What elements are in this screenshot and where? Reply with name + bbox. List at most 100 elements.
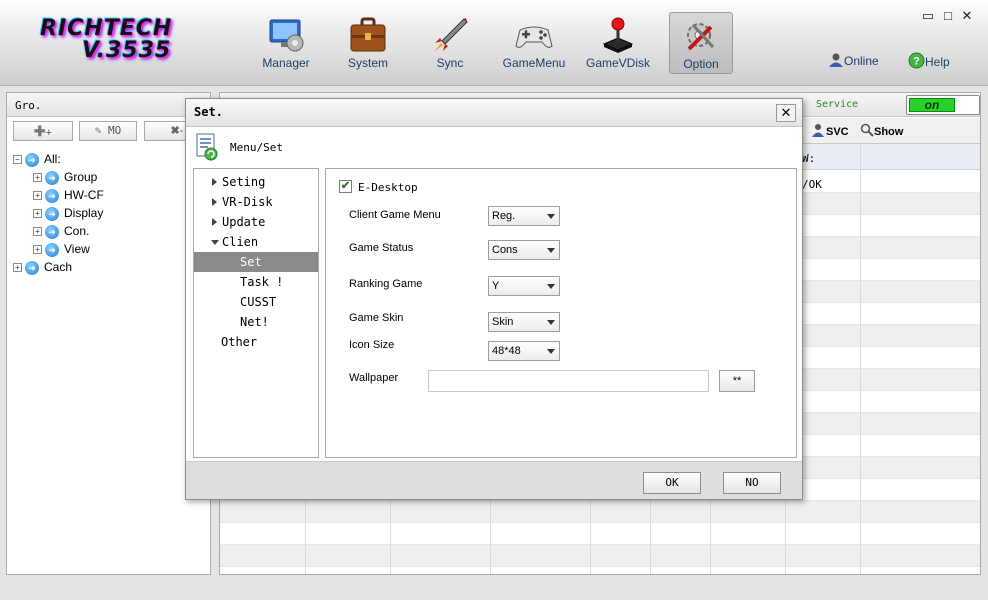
- users-icon: [812, 124, 824, 137]
- help-label: Help: [925, 55, 950, 69]
- modify-group-button[interactable]: ✎ MO: [79, 121, 137, 141]
- game-status-label: Game Status: [349, 242, 414, 254]
- ok-button[interactable]: OK: [643, 472, 701, 494]
- toolbar-gamemenu-label: GameMenu: [502, 56, 566, 70]
- expand-icon[interactable]: +: [33, 173, 42, 183]
- nav-item-clien[interactable]: Clien: [194, 232, 318, 252]
- toolbar-manager-button[interactable]: Manager: [254, 12, 318, 74]
- online-label: Online: [844, 54, 879, 68]
- tree-item-label: Group: [64, 170, 98, 184]
- minimize-button[interactable]: ▭: [920, 9, 936, 25]
- wallpaper-input[interactable]: [428, 370, 709, 392]
- logo-line-2: V.3535: [82, 38, 172, 63]
- logo-line-1: RICHTECH: [40, 16, 173, 41]
- group-tree-panel: Gro. ✚+ ✎ MO ✖- − ➜ All: + ➜ Group + ➜ HW-CF + ➜ Di…: [6, 92, 211, 575]
- tree-item[interactable]: + ➜ Cach: [13, 260, 72, 275]
- modify-group-label: MO: [108, 124, 122, 137]
- expand-icon[interactable]: +: [13, 263, 22, 273]
- grid-column-header: W:: [802, 152, 816, 165]
- svc-label: SVC: [826, 126, 849, 138]
- toolbar-option-button[interactable]: Option: [669, 12, 733, 74]
- collapse-icon[interactable]: −: [13, 155, 22, 165]
- delete-icon: ✖: [170, 125, 180, 137]
- dialog-close-button[interactable]: ✕: [776, 104, 796, 122]
- icon-size-select[interactable]: 48*48: [488, 341, 560, 361]
- wallpaper-browse-button[interactable]: **: [719, 370, 755, 392]
- nav-item-label: Update: [222, 215, 266, 229]
- game-status-select[interactable]: Cons: [488, 240, 560, 260]
- magnifier-icon: [860, 123, 874, 137]
- nav-item-label: Set: [240, 255, 262, 269]
- nav-item-set[interactable]: Set: [194, 252, 318, 272]
- cancel-button[interactable]: NO: [723, 472, 781, 494]
- settings-form: ✔ E-Desktop Client Game Menu Reg. Game S…: [325, 168, 797, 458]
- tree-item[interactable]: + ➜ Display: [33, 206, 103, 221]
- add-group-button[interactable]: ✚+: [13, 121, 73, 141]
- nav-item-other[interactable]: Other: [194, 332, 318, 352]
- edesktop-checkbox[interactable]: ✔: [339, 180, 352, 193]
- expand-icon[interactable]: +: [33, 191, 42, 201]
- tree-item-label: Con.: [64, 224, 90, 238]
- table-row[interactable]: [220, 501, 980, 523]
- chevron-down-icon[interactable]: [211, 240, 219, 245]
- joystick-icon: [602, 17, 634, 53]
- nav-item-label: VR-Disk: [222, 195, 273, 209]
- tree-item[interactable]: + ➜ View: [33, 242, 90, 257]
- chevron-right-icon[interactable]: [212, 218, 217, 226]
- expand-icon[interactable]: +: [33, 227, 42, 237]
- tree-item[interactable]: + ➜ Group: [33, 170, 97, 185]
- maximize-button[interactable]: □: [940, 9, 956, 25]
- toolbar-system-label: System: [347, 56, 388, 70]
- group-node-icon: ➜: [25, 260, 39, 275]
- expand-icon[interactable]: +: [33, 245, 42, 255]
- table-row[interactable]: [220, 545, 980, 567]
- online-button[interactable]: Online: [828, 52, 879, 68]
- nav-item-seting[interactable]: Seting: [194, 172, 318, 192]
- game-skin-label: Game Skin: [349, 312, 404, 324]
- tree-item[interactable]: + ➜ HW-CF: [33, 188, 104, 203]
- ranking-game-select[interactable]: Y: [488, 276, 560, 296]
- gamepad-icon: [515, 26, 553, 48]
- help-button[interactable]: ? Help: [908, 52, 950, 69]
- client-game-menu-value: Reg.: [492, 210, 516, 222]
- close-window-button[interactable]: ✕: [959, 9, 975, 25]
- toolbar-gamevdisk-button[interactable]: GameVDisk: [585, 12, 651, 74]
- icon-size-label: Icon Size: [349, 339, 395, 351]
- nav-item-task[interactable]: Task !: [194, 272, 318, 292]
- svc-button[interactable]: SVC: [810, 123, 849, 138]
- settings-document-icon: [196, 133, 218, 161]
- group-node-icon: ➜: [45, 188, 59, 203]
- toolbar-gamemenu-button[interactable]: GameMenu: [502, 12, 566, 74]
- tree-item[interactable]: + ➜ Con.: [33, 224, 89, 239]
- group-node-icon: ➜: [45, 206, 59, 221]
- table-row[interactable]: [220, 523, 980, 545]
- nav-item-net[interactable]: Net!: [194, 312, 318, 332]
- tree-item-label: Display: [64, 206, 104, 220]
- tree-item[interactable]: − ➜ All:: [13, 152, 61, 167]
- nav-item-vr-disk[interactable]: VR-Disk: [194, 192, 318, 212]
- edesktop-label: E-Desktop: [358, 181, 418, 194]
- dialog-footer: OK NO: [186, 461, 802, 499]
- toolbar-gamevdisk-label: GameVDisk: [585, 56, 650, 70]
- toolbar-system-button[interactable]: System: [336, 12, 400, 74]
- game-skin-select[interactable]: Skin: [488, 312, 560, 332]
- game-skin-value: Skin: [492, 316, 514, 328]
- client-game-menu-select[interactable]: Reg.: [488, 206, 560, 226]
- service-toggle[interactable]: on: [906, 95, 980, 115]
- toolbar-sync-button[interactable]: Sync: [418, 12, 482, 74]
- nav-item-cusst[interactable]: CUSST: [194, 292, 318, 312]
- expand-icon[interactable]: +: [33, 209, 42, 219]
- help-icon: ?: [908, 52, 925, 69]
- group-node-icon: ➜: [25, 152, 39, 167]
- chevron-right-icon[interactable]: [212, 198, 217, 206]
- chevron-down-icon: [547, 320, 555, 325]
- tree-item-label: All:: [44, 152, 61, 166]
- nav-item-update[interactable]: Update: [194, 212, 318, 232]
- chevron-right-icon[interactable]: [212, 178, 217, 186]
- pencil-icon: ✎: [94, 124, 102, 137]
- chevron-down-icon: [547, 284, 555, 289]
- show-button[interactable]: Show: [860, 123, 903, 138]
- ranking-game-label: Ranking Game: [349, 278, 423, 290]
- service-toggle-on: on: [909, 98, 955, 112]
- game-status-value: Cons: [492, 244, 518, 256]
